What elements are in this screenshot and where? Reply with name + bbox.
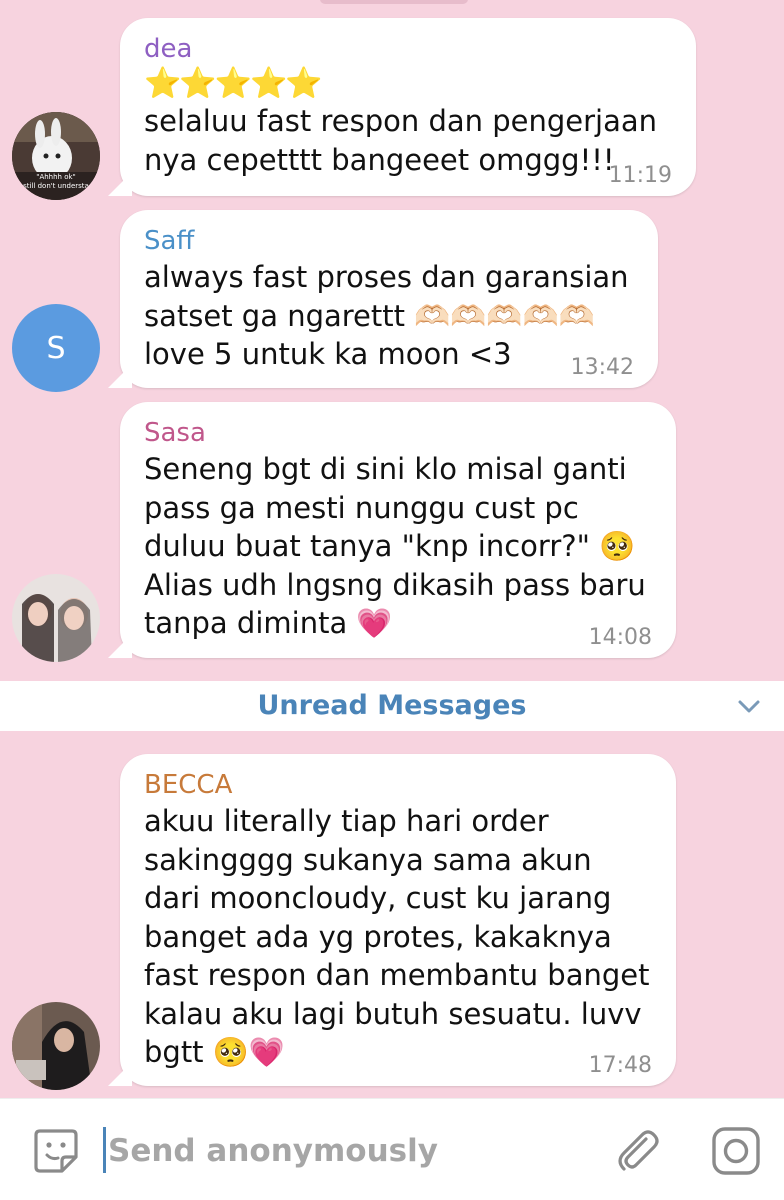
sender-name[interactable]: Sasa — [144, 416, 652, 450]
message-bubble[interactable]: Sasa Seneng bgt di sini klo misal ganti … — [108, 402, 676, 658]
message-saff: S Saff always fast proses dan garansian … — [0, 210, 784, 392]
message-sasa: Sasa Seneng bgt di sini klo misal ganti … — [0, 402, 784, 662]
sender-name[interactable]: dea — [144, 32, 672, 66]
message-bubble[interactable]: dea ⭐⭐⭐⭐⭐ selaluu fast respon dan penger… — [108, 18, 696, 196]
top-handle — [320, 0, 468, 4]
bubble-tail — [108, 172, 132, 196]
sender-name[interactable]: BECCA — [144, 768, 652, 802]
sticker-icon[interactable] — [30, 1125, 82, 1177]
avatar-dea[interactable]: "Ahhhh ok" still don't understa — [12, 112, 100, 200]
message-text: Seneng bgt di sini klo misal ganti pass … — [144, 452, 646, 640]
unread-messages-label: Unread Messages — [257, 690, 527, 721]
message-text: selaluu fast respon dan pengerjaan nya c… — [144, 104, 658, 177]
instagram-icon[interactable] — [710, 1125, 762, 1177]
avatar-caption-1: "Ahhhh ok" — [36, 173, 76, 181]
message-bubble[interactable]: BECCA akuu literally tiap hari order sak… — [108, 754, 676, 1086]
message-time: 11:19 — [608, 163, 672, 188]
sender-name[interactable]: Saff — [144, 224, 634, 258]
avatar-caption-2: still don't understa — [23, 182, 89, 190]
bunny-avatar-image: "Ahhhh ok" still don't understa — [12, 112, 100, 200]
text-caret — [103, 1127, 106, 1173]
message-time: 14:08 — [588, 625, 652, 650]
bubble-tail — [108, 364, 132, 388]
avatar-sasa[interactable] — [12, 574, 100, 662]
message-bubble[interactable]: Saff always fast proses dan garansian sa… — [108, 210, 658, 388]
message-text: akuu literally tiap hari order sakingggg… — [144, 804, 650, 1069]
two-girls-avatar-image — [12, 574, 100, 662]
message-becca: BECCA akuu literally tiap hari order sak… — [0, 754, 784, 1090]
bubble-tail — [108, 634, 132, 658]
hooded-person-avatar-image — [12, 1002, 100, 1090]
message-input[interactable] — [108, 1123, 588, 1179]
star-rating: ⭐⭐⭐⭐⭐ — [144, 66, 323, 101]
message-time: 17:48 — [588, 1053, 652, 1078]
unread-messages-bar[interactable]: Unread Messages — [0, 681, 784, 731]
avatar-letter: S — [46, 330, 66, 366]
message-text: always fast proses dan garansian satset … — [144, 260, 629, 371]
bubble-tail — [108, 1062, 132, 1086]
message-dea: "Ahhhh ok" still don't understa dea ⭐⭐⭐⭐… — [0, 18, 784, 200]
message-time: 13:42 — [570, 355, 634, 380]
avatar-becca[interactable] — [12, 1002, 100, 1090]
paperclip-icon[interactable] — [612, 1125, 664, 1177]
message-input-bar — [0, 1098, 784, 1200]
avatar-saff[interactable]: S — [12, 304, 100, 392]
chevron-down-icon[interactable] — [736, 693, 762, 719]
